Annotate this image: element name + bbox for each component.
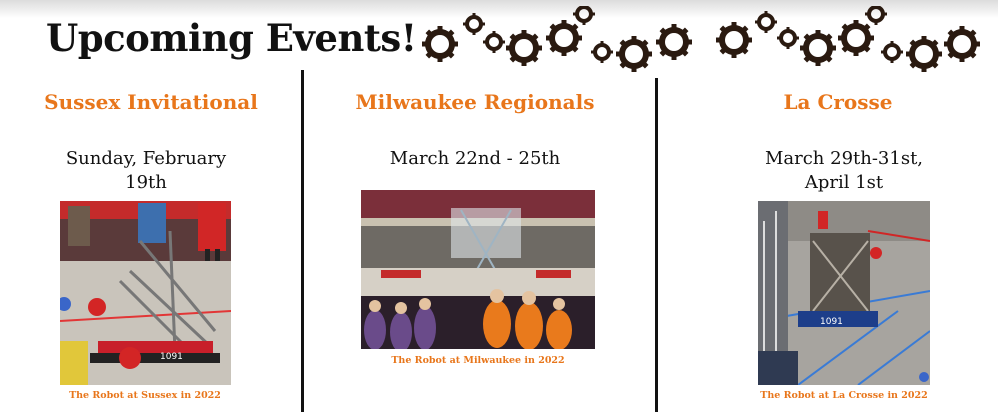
photo-caption-sussex: The Robot at Sussex in 2022 (69, 390, 221, 401)
arena-photo-icon (361, 190, 595, 349)
robot-photo-icon: 1091 (758, 201, 930, 385)
event-date-sussex: Sunday, February 19th (65, 148, 227, 193)
column-divider-left (301, 70, 304, 412)
robot-photo-icon: 1091 (60, 201, 231, 385)
event-title-milwaukee: Milwaukee Regionals (355, 90, 595, 114)
svg-text:1091: 1091 (820, 317, 843, 327)
photo-caption-milwaukee: The Robot at Milwaukee in 2022 (391, 355, 565, 366)
svg-text:1091: 1091 (160, 352, 183, 362)
event-title-sussex: Sussex Invitational (44, 90, 258, 114)
page-title: Upcoming Events! (46, 16, 417, 60)
gears-icon (412, 6, 992, 76)
photo-caption-la-crosse: The Robot at La Crosse in 2022 (760, 390, 928, 401)
event-date-milwaukee: March 22nd - 25th (389, 148, 561, 169)
event-date-la-crosse: March 29th-31st, April 1st (764, 148, 924, 193)
event-title-la-crosse: La Crosse (783, 90, 893, 114)
column-divider-right (655, 78, 658, 412)
